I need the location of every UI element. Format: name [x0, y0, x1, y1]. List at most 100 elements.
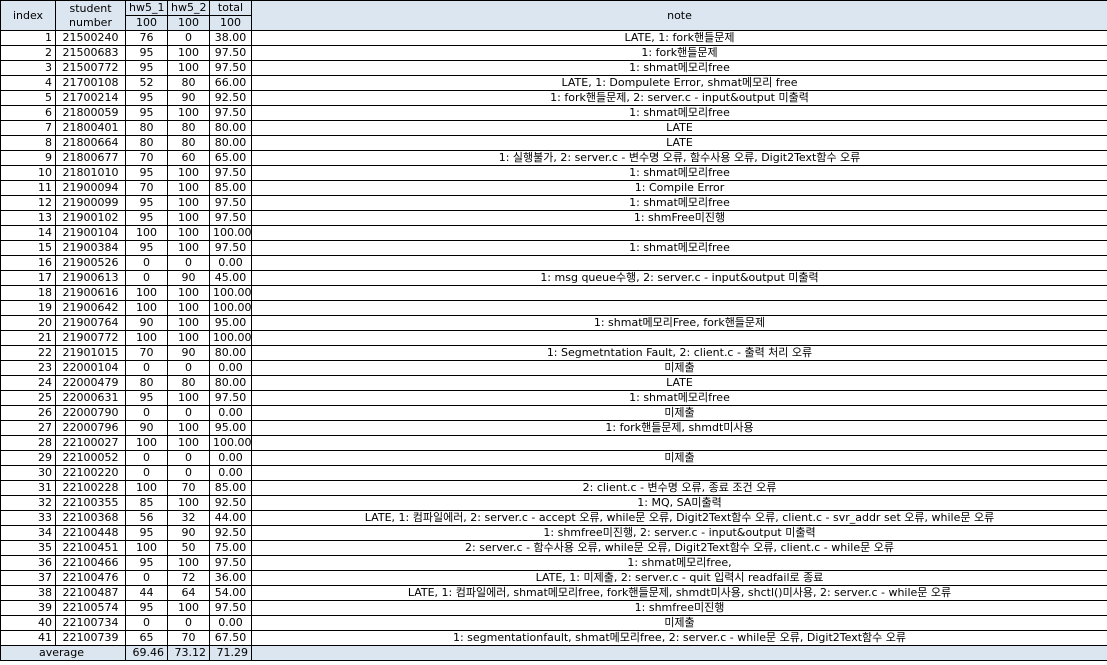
- cell-hw5-2: 90: [167, 90, 210, 106]
- cell-student-number: 21900094: [55, 180, 126, 196]
- table-row: 35 22100451 100 50 75.00 2: server.c - 함수사용 오…: [0, 540, 1107, 556]
- table-row: 36 22100466 95 100 97.50 1: shmat메모리free,: [0, 555, 1107, 571]
- cell-hw5-1: 0: [125, 615, 168, 631]
- cell-note: 1: shmat메모리free: [251, 240, 1107, 256]
- cell-hw5-1: 95: [125, 555, 168, 571]
- cell-hw5-1: 100: [125, 480, 168, 496]
- table-row: 18 21900616 100 100 100.00: [0, 285, 1107, 301]
- cell-total: 80.00: [209, 135, 252, 151]
- cell-note: 1: MQ, SA미출력: [251, 495, 1107, 511]
- cell-note: 1: 실행불가, 2: server.c - 변수명 오류, 함수사용 오류, …: [251, 150, 1107, 166]
- cell-student-number: 22100466: [55, 555, 126, 571]
- table-row: 1 21500240 76 0 38.00 LATE, 1: fork핸들문제: [0, 30, 1107, 46]
- table-row: 21 21900772 100 100 100.00: [0, 330, 1107, 346]
- header-hw5-2: hw5_2: [167, 0, 210, 16]
- cell-index: 20: [0, 315, 56, 331]
- cell-hw5-1: 56: [125, 510, 168, 526]
- cell-note: 1: shmat메모리free: [251, 105, 1107, 121]
- cell-student-number: 21700108: [55, 75, 126, 91]
- cell-index: 28: [0, 435, 56, 451]
- table-row: 23 22000104 0 0 0.00 미제출: [0, 360, 1107, 376]
- cell-index: 24: [0, 375, 56, 391]
- cell-hw5-2: 0: [167, 465, 210, 481]
- cell-index: 37: [0, 570, 56, 586]
- table-row: 9 21800677 70 60 65.00 1: 실행불가, 2: server.c -…: [0, 150, 1107, 166]
- cell-student-number: 21500683: [55, 45, 126, 61]
- cell-index: 39: [0, 600, 56, 616]
- header-student-number: student number: [55, 0, 126, 31]
- grade-table: index student number hw5_1 hw5_2 total n…: [0, 0, 1107, 661]
- header-note: note: [251, 0, 1107, 31]
- cell-total: 92.50: [209, 495, 252, 511]
- table-row: 10 21801010 95 100 97.50 1: shmat메모리free: [0, 165, 1107, 181]
- cell-hw5-1: 0: [125, 570, 168, 586]
- cell-hw5-1: 100: [125, 285, 168, 301]
- cell-student-number: 21500240: [55, 30, 126, 46]
- cell-total: 0.00: [209, 615, 252, 631]
- cell-hw5-2: 0: [167, 405, 210, 421]
- cell-hw5-2: 100: [167, 555, 210, 571]
- cell-total: 36.00: [209, 570, 252, 586]
- cell-total: 44.00: [209, 510, 252, 526]
- cell-hw5-1: 70: [125, 150, 168, 166]
- cell-total: 75.00: [209, 540, 252, 556]
- cell-note: 1: shmat메모리Free, fork핸들문제: [251, 315, 1107, 331]
- table-row: 34 22100448 95 90 92.50 1: shmfree미진행, 2: ser…: [0, 525, 1107, 541]
- cell-hw5-2: 80: [167, 135, 210, 151]
- table-row: 37 22100476 0 72 36.00 LATE, 1: 미제출, 2: serve…: [0, 570, 1107, 586]
- cell-note: LATE: [251, 375, 1107, 391]
- cell-student-number: 21900613: [55, 270, 126, 286]
- cell-total: 85.00: [209, 180, 252, 196]
- cell-note: [251, 435, 1107, 451]
- cell-hw5-1: 95: [125, 210, 168, 226]
- cell-note: LATE: [251, 135, 1107, 151]
- cell-note: LATE: [251, 120, 1107, 136]
- cell-index: 11: [0, 180, 56, 196]
- cell-hw5-1: 0: [125, 270, 168, 286]
- cell-note: 1: shmat메모리free: [251, 390, 1107, 406]
- cell-index: 25: [0, 390, 56, 406]
- table-row: 40 22100734 0 0 0.00 미제출: [0, 615, 1107, 631]
- cell-student-number: 22100228: [55, 480, 126, 496]
- cell-hw5-1: 95: [125, 195, 168, 211]
- cell-note: 2: client.c - 변수명 오류, 종료 조건 오류: [251, 480, 1107, 496]
- cell-total: 66.00: [209, 75, 252, 91]
- cell-total: 97.50: [209, 105, 252, 121]
- table-row: 12 21900099 95 100 97.50 1: shmat메모리free: [0, 195, 1107, 211]
- cell-hw5-2: 0: [167, 450, 210, 466]
- cell-index: 40: [0, 615, 56, 631]
- table-row: 16 21900526 0 0 0.00: [0, 255, 1107, 271]
- cell-total: 65.00: [209, 150, 252, 166]
- cell-hw5-2: 100: [167, 285, 210, 301]
- cell-hw5-2: 70: [167, 480, 210, 496]
- table-row: 2 21500683 95 100 97.50 1: fork핸들문제: [0, 45, 1107, 61]
- cell-hw5-1: 100: [125, 300, 168, 316]
- cell-hw5-2: 90: [167, 525, 210, 541]
- cell-student-number: 21800664: [55, 135, 126, 151]
- cell-note: 1: shmat메모리free,: [251, 555, 1107, 571]
- table-row: 4 21700108 52 80 66.00 LATE, 1: Dompulete Err…: [0, 75, 1107, 91]
- cell-total: 92.50: [209, 90, 252, 106]
- cell-hw5-1: 100: [125, 435, 168, 451]
- cell-index: 32: [0, 495, 56, 511]
- cell-student-number: 22100476: [55, 570, 126, 586]
- cell-hw5-2: 0: [167, 360, 210, 376]
- cell-hw5-1: 95: [125, 105, 168, 121]
- cell-student-number: 21801010: [55, 165, 126, 181]
- cell-hw5-1: 65: [125, 630, 168, 646]
- cell-index: 7: [0, 120, 56, 136]
- header-index: index: [0, 0, 56, 31]
- cell-hw5-2: 100: [167, 330, 210, 346]
- cell-student-number: 21900764: [55, 315, 126, 331]
- cell-total: 97.50: [209, 45, 252, 61]
- cell-note: 1: shmat메모리free: [251, 60, 1107, 76]
- cell-total: 97.50: [209, 165, 252, 181]
- cell-hw5-1: 80: [125, 135, 168, 151]
- header-hw5-1: hw5_1: [125, 0, 168, 16]
- cell-hw5-2: 100: [167, 495, 210, 511]
- cell-note: 미제출: [251, 615, 1107, 631]
- average-label: average: [0, 645, 126, 661]
- cell-hw5-2: 80: [167, 75, 210, 91]
- cell-student-number: 22100448: [55, 525, 126, 541]
- cell-index: 2: [0, 45, 56, 61]
